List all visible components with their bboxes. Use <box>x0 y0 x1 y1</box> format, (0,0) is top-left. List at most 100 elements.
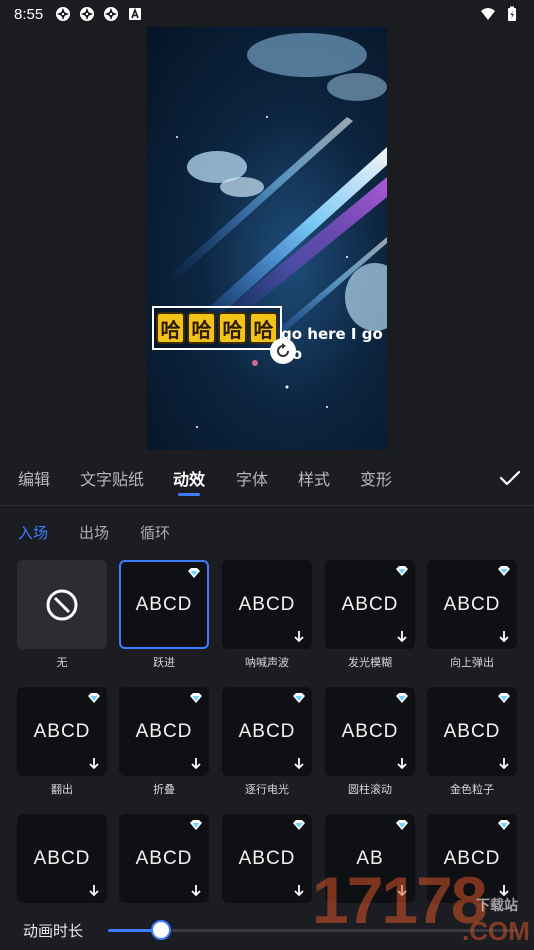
effect-preview-text: ABCD <box>443 593 501 615</box>
tab-text-sticker[interactable]: 文字贴纸 <box>80 466 144 490</box>
effect-item[interactable]: 无 <box>17 560 107 670</box>
active-tab-indicator <box>178 493 200 496</box>
effect-item[interactable]: ABCD <box>119 814 209 908</box>
effect-thumbnail[interactable]: ABCD <box>427 560 517 649</box>
edit-panel: 编辑 文字贴纸 动效 字体 样式 变形 入场 出场 循环 无 ABCD 跃进 ABCD… <box>0 450 534 950</box>
effect-label: 逐行电光 <box>245 783 289 796</box>
effect-item[interactable]: ABCD 发光模糊 <box>325 560 415 670</box>
effect-item[interactable]: ABCD 金色粒子 <box>427 687 517 797</box>
diamond-icon <box>498 566 510 576</box>
effect-label: 向上弹出 <box>450 656 494 669</box>
effect-thumbnail[interactable]: AB <box>325 814 415 903</box>
effect-thumbnail[interactable]: ABCD <box>17 814 107 903</box>
effect-thumbnail[interactable]: ABCD <box>427 687 517 776</box>
aperture-icon <box>104 7 119 21</box>
none-icon <box>46 589 78 620</box>
battery-icon <box>508 6 516 21</box>
tab-enter[interactable]: 入场 <box>18 522 48 543</box>
status-bar: 8:55 <box>0 0 534 28</box>
effect-thumbnail[interactable]: ABCD <box>222 814 312 903</box>
diamond-icon <box>396 693 408 703</box>
diamond-icon <box>293 693 305 703</box>
effect-preview-text: AB <box>356 847 384 869</box>
wifi-icon <box>481 8 495 20</box>
effect-label: 发光模糊 <box>348 656 392 669</box>
preview-scene-icon <box>167 33 387 428</box>
download-icon <box>294 885 304 897</box>
a-badge-icon <box>129 7 142 20</box>
effect-label: 跃进 <box>153 656 175 669</box>
effect-label: 圆柱滚动 <box>348 783 392 796</box>
video-preview[interactable] <box>147 27 387 450</box>
download-icon <box>89 885 99 897</box>
download-icon <box>397 631 407 643</box>
effect-item[interactable]: ABCD 呐喊声波 <box>222 560 312 670</box>
effect-label: 金色粒子 <box>450 783 494 796</box>
effect-thumbnail[interactable] <box>17 560 107 649</box>
effect-label: 翻出 <box>51 783 73 796</box>
effect-thumbnail[interactable]: ABCD <box>119 560 209 649</box>
download-icon <box>397 758 407 770</box>
text-sticker-box[interactable]: 哈 哈 哈 哈 <box>152 306 282 350</box>
sticker-char: 哈 <box>249 312 278 344</box>
effect-item[interactable]: ABCD <box>17 814 107 908</box>
download-icon <box>294 631 304 643</box>
checkmark-icon[interactable] <box>498 466 522 490</box>
main-tab-bar: 编辑 文字贴纸 动效 字体 样式 变形 <box>0 450 534 506</box>
download-icon <box>499 758 509 770</box>
effect-item[interactable]: ABCD 跃进 <box>119 560 209 670</box>
effect-item[interactable]: ABCD 圆柱滚动 <box>325 687 415 797</box>
effect-preview-text: ABCD <box>33 847 91 869</box>
effect-thumbnail[interactable]: ABCD <box>222 687 312 776</box>
effect-item[interactable]: ABCD <box>222 814 312 908</box>
effect-thumbnail[interactable]: ABCD <box>119 687 209 776</box>
tab-font[interactable]: 字体 <box>236 466 268 490</box>
download-icon <box>89 758 99 770</box>
sub-tab-bar: 入场 出场 循环 <box>0 520 534 546</box>
effect-item[interactable]: AB <box>325 814 415 908</box>
system-icons <box>480 6 520 22</box>
effect-thumbnail[interactable]: ABCD <box>427 814 517 903</box>
download-icon <box>397 885 407 897</box>
effect-thumbnail[interactable]: ABCD <box>325 687 415 776</box>
duration-slider-thumb[interactable] <box>151 920 172 940</box>
effect-item[interactable]: ABCD 逐行电光 <box>222 687 312 797</box>
rotate-handle[interactable] <box>270 338 296 364</box>
diamond-icon <box>190 820 202 830</box>
diamond-icon <box>498 693 510 703</box>
effect-preview-text: ABCD <box>135 720 193 742</box>
effect-preview-text: ABCD <box>443 847 501 869</box>
sticker-char: 哈 <box>156 312 185 344</box>
effect-label: 无 <box>56 656 68 669</box>
tab-style[interactable]: 样式 <box>298 466 330 490</box>
download-icon <box>499 631 509 643</box>
diamond-icon <box>498 820 510 830</box>
effect-preview-text: ABCD <box>238 847 296 869</box>
effect-preview-text: ABCD <box>33 720 91 742</box>
diamond-icon <box>190 693 202 703</box>
tab-edit[interactable]: 编辑 <box>18 466 50 490</box>
effect-item[interactable]: ABCD 折叠 <box>119 687 209 797</box>
duration-label: 动画时长 <box>23 922 84 940</box>
preview-overlay-text: go here I go go <box>281 325 383 363</box>
sticker-char: 哈 <box>218 312 247 344</box>
effect-item[interactable]: ABCD 翻出 <box>17 687 107 797</box>
aperture-icon <box>80 7 95 21</box>
effect-preview-text: ABCD <box>238 720 296 742</box>
sticker-char: 哈 <box>187 312 216 344</box>
rotate-icon <box>277 343 289 357</box>
tab-loop[interactable]: 循环 <box>140 522 170 543</box>
effect-item[interactable]: ABCD <box>427 814 517 908</box>
tab-transform[interactable]: 变形 <box>360 466 392 490</box>
download-icon <box>191 885 201 897</box>
effect-thumbnail[interactable]: ABCD <box>119 814 209 903</box>
tab-exit[interactable]: 出场 <box>79 522 109 543</box>
effect-thumbnail[interactable]: ABCD <box>325 560 415 649</box>
diamond-icon <box>396 566 408 576</box>
effect-thumbnail[interactable]: ABCD <box>222 560 312 649</box>
effect-item[interactable]: ABCD 向上弹出 <box>427 560 517 670</box>
download-icon <box>499 885 509 897</box>
effect-thumbnail[interactable]: ABCD <box>17 687 107 776</box>
tab-animation[interactable]: 动效 <box>173 466 205 490</box>
diamond-icon <box>293 820 305 830</box>
